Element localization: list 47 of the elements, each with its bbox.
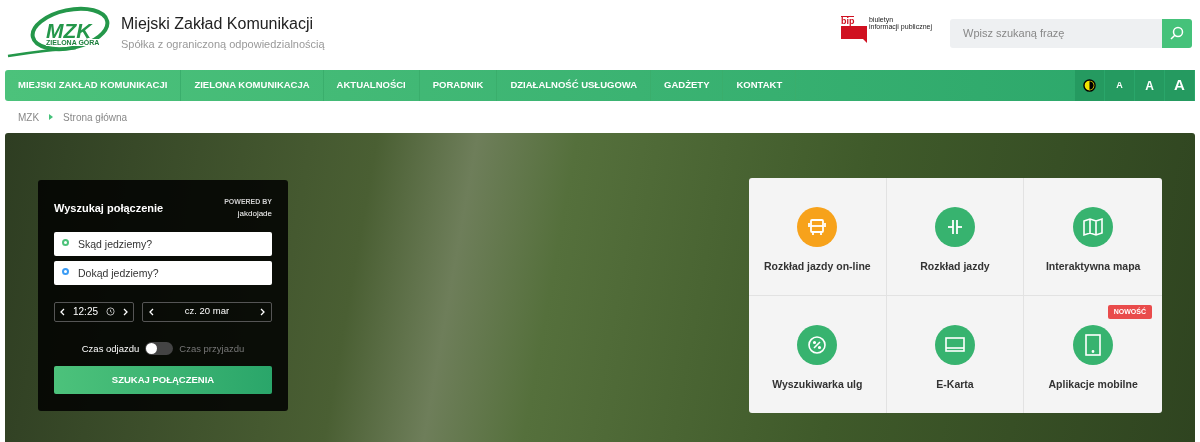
quick-link-tile[interactable]: Rozkład jazdy (886, 178, 1025, 296)
tablet-icon (1084, 333, 1103, 356)
percent-icon (807, 334, 828, 355)
chevron-left-icon (149, 307, 154, 316)
location-field[interactable]: Dokąd jedziemy? (54, 260, 272, 285)
quick-link-tile[interactable]: Rozkład jazdy on-line (749, 178, 887, 296)
quick-link-tile[interactable]: Interaktywna mapa (1024, 178, 1162, 296)
arrival-label: Czas przyjazdu (179, 341, 245, 356)
map-icon (1082, 217, 1105, 237)
date-picker[interactable]: cz. 20 mar (142, 301, 272, 322)
nav-link[interactable]: ZIELONA KOMUNIKACJA (181, 70, 324, 101)
quick-link-tile[interactable]: Wyszukiwarka ulg (749, 295, 887, 413)
provider-logo: jakdojade (237, 207, 272, 220)
bus-stop-icon (945, 217, 965, 237)
planner-title: Wyszukaj połączenie (54, 201, 164, 216)
font-size-button[interactable]: A (1105, 70, 1135, 101)
card-icon (944, 335, 966, 354)
bus-icon (807, 217, 828, 237)
departure-label: Czas odjazdu (81, 341, 140, 356)
nav-link[interactable]: DZIAŁALNOŚĆ USŁUGOWA (497, 70, 652, 101)
contrast-button[interactable] (1075, 70, 1105, 101)
contrast-icon (1083, 79, 1096, 92)
chevron-left-icon (60, 307, 65, 316)
nav-link[interactable]: GADŻETY (651, 70, 724, 101)
site-subtitle: Spółka z ograniczoną odpowiedzialnością (121, 36, 325, 52)
font-size-button[interactable]: A (1135, 70, 1165, 101)
breadcrumb-link[interactable]: MZK (18, 109, 40, 125)
nav-link[interactable]: AKTUALNOŚCI (323, 70, 420, 101)
search-icon (1170, 26, 1184, 40)
clock-icon (106, 307, 115, 316)
quick-link-tile[interactable]: E-Karta (886, 295, 1025, 413)
chevron-right-icon (123, 307, 128, 316)
search-field[interactable]: Wpisz szukaną frazę (950, 18, 1162, 48)
bip-flag-icon (840, 25, 867, 43)
location-field[interactable]: Skąd jedziemy? (54, 231, 272, 256)
nav-link[interactable]: KONTAKT (723, 70, 797, 101)
bip-mark: bip (840, 15, 855, 26)
breadcrumb-separator-icon (49, 114, 54, 120)
font-size-button[interactable]: A (1165, 70, 1195, 101)
site-title: Miejski Zakład Komunikacji (121, 13, 315, 34)
nav-link[interactable]: PORADNIK (419, 70, 498, 101)
chevron-right-icon (260, 307, 265, 316)
search-connection-button[interactable]: SZUKAJ POŁĄCZENIA (54, 365, 272, 394)
nav-link[interactable]: MIEJSKI ZAKŁAD KOMUNIKACJI (5, 70, 182, 101)
time-picker[interactable]: 12:25 (54, 301, 134, 322)
breadcrumb-link[interactable]: Strona główna (63, 109, 128, 125)
time-mode-toggle[interactable] (145, 342, 174, 356)
